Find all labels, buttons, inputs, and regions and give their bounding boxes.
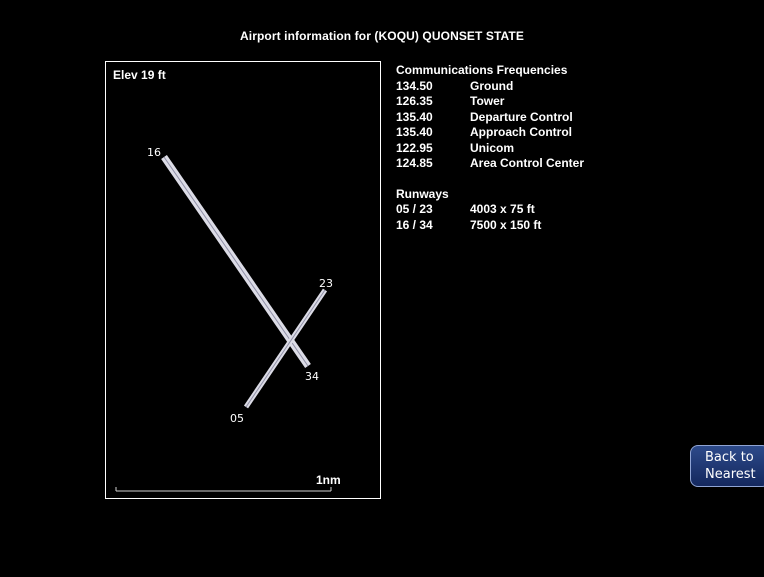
scale-bar [115, 487, 332, 492]
frequency-name: Area Control Center [470, 156, 585, 170]
back-to-nearest-button[interactable]: Back to Nearest [690, 445, 764, 487]
frequency-row: 134.50 Ground [396, 79, 584, 95]
runway-map: 16 23 34 05 [115, 146, 333, 492]
runways-header: Runways [396, 186, 449, 201]
runway-id: 05 / 23 [396, 202, 433, 216]
frequency-name: Approach Control [470, 125, 572, 139]
back-button-line2: Nearest [705, 467, 756, 482]
communications-header: Communications Frequencies [396, 63, 568, 77]
back-button-line1: Back to [705, 450, 754, 465]
runway-label-16: 16 [147, 146, 161, 159]
frequency-row: 124.85 Area Control Center [396, 156, 584, 172]
frequency-value: 122.95 [396, 140, 433, 155]
runway-size: 4003 x 75 ft [470, 202, 535, 216]
runway-row: 05 / 23 4003 x 75 ft [396, 202, 584, 218]
frequency-row: 122.95 Unicom [396, 141, 584, 157]
frequency-value: 134.50 [396, 78, 433, 93]
page-title: Airport information for (KOQU) QUONSET S… [240, 29, 524, 43]
frequency-row: 135.40 Approach Control [396, 125, 584, 141]
runway-label-34: 34 [305, 370, 319, 383]
frequency-name: Departure Control [470, 109, 573, 124]
runway-row: 16 / 34 7500 x 150 ft [396, 218, 584, 234]
scale-label: 1nm [316, 473, 341, 487]
runway-05-23 [243, 288, 328, 409]
frequency-name: Tower [470, 94, 505, 108]
frequency-name: Unicom [470, 140, 515, 155]
frequency-name: Ground [470, 78, 514, 93]
frequency-value: 126.35 [396, 94, 433, 108]
airport-info-panel: Communications Frequencies 134.50 Ground… [396, 63, 584, 233]
airport-diagram: Elev 19 ft 16 23 34 05 1nm [105, 61, 381, 499]
runway-id: 16 / 34 [396, 217, 433, 232]
runway-label-23: 23 [319, 277, 333, 290]
runway-16-34 [161, 155, 311, 368]
frequency-value: 124.85 [396, 156, 433, 170]
frequency-row: 135.40 Departure Control [396, 110, 584, 126]
frequency-value: 135.40 [396, 125, 433, 139]
runway-label-05: 05 [230, 412, 244, 425]
frequency-row: 126.35 Tower [396, 94, 584, 110]
runway-size: 7500 x 150 ft [470, 217, 542, 232]
frequency-value: 135.40 [396, 109, 433, 124]
